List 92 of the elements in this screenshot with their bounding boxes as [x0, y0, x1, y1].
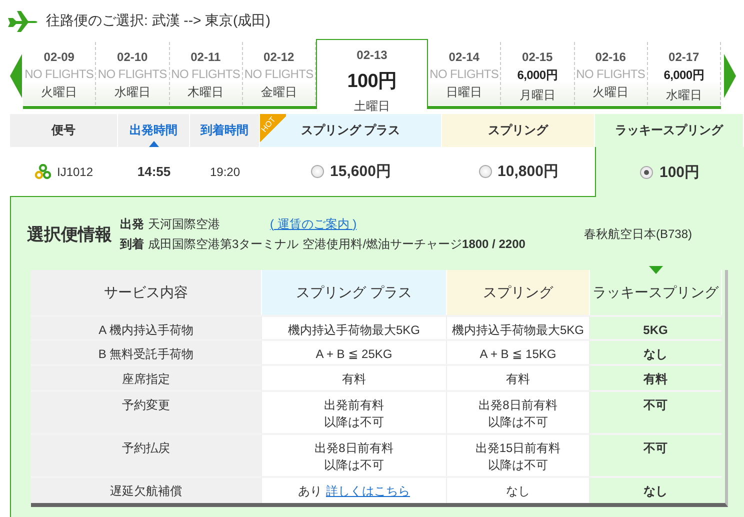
table-cell-text: 予約変更 — [122, 397, 170, 414]
table-cell-text: 出発15日前有料 — [475, 440, 561, 457]
column-header: スプリング プラス — [262, 270, 447, 315]
table-cell-text: 不可 — [644, 440, 668, 457]
date-fare: 6,000円 — [664, 67, 704, 84]
next-arrow-icon[interactable] — [723, 54, 736, 98]
arrival-airport: 成田国際空港第3ターミナル — [148, 236, 299, 252]
weekday-label: 水曜日 — [114, 84, 150, 101]
date-tab[interactable]: 02-16 NO FLIGHTS 火曜日 — [574, 42, 648, 105]
date-label: 02-11 — [190, 50, 221, 64]
date-fare: 6,000円 — [517, 67, 558, 84]
table-cell-text: なし — [506, 483, 530, 500]
weekday-label: 日曜日 — [446, 84, 482, 101]
fare-radio[interactable] — [311, 165, 324, 178]
airline-logo-icon — [34, 164, 51, 180]
table-cell-text: 不可 — [644, 397, 668, 414]
table-cell-text: あり — [298, 483, 322, 500]
aircraft-text: 春秋航空日本(B738) — [584, 226, 692, 242]
departure-airport: 天河国際空港 — [148, 216, 221, 232]
date-tab[interactable]: 02-15 6,000円 月曜日 — [501, 42, 574, 105]
column-header: 便号 — [52, 122, 76, 139]
date-fare: NO FLIGHTS — [430, 67, 499, 81]
table-cell-text: 以降は不可 — [324, 414, 384, 431]
airplane-icon — [8, 10, 38, 32]
date-label: 02-12 — [264, 50, 294, 64]
table-cell-text: A + B ≦ 15KG — [480, 346, 556, 363]
table-cell-text: 出発8日前有料 — [478, 397, 558, 414]
table-cell-text: 以降は不可 — [488, 414, 548, 431]
date-tab[interactable]: 02-11 NO FLIGHTS 木曜日 — [170, 42, 243, 105]
table-cell-text: A 機内持込手荷物 — [98, 322, 194, 339]
table-cell-text: 出発8日前有料 — [314, 440, 394, 457]
fare-price: 10,800円 — [498, 162, 558, 181]
column-header: スプリング — [447, 270, 590, 315]
weekday-label: 木曜日 — [188, 84, 224, 101]
table-cell-text: 有料 — [644, 371, 668, 388]
previous-arrow-icon[interactable] — [10, 54, 23, 98]
departure-time: 14:55 — [137, 164, 171, 179]
date-fare: NO FLIGHTS — [98, 67, 167, 81]
table-cell-text: なし — [644, 483, 668, 500]
table-cell-text: 出発前有料 — [324, 397, 384, 414]
fare-header: スプリング — [442, 114, 595, 147]
details-link[interactable]: 詳しくはこちら — [326, 483, 410, 500]
date-tab[interactable]: 02-09 NO FLIGHTS 火曜日 — [23, 42, 96, 105]
fare-header: ラッキースプリング — [595, 114, 744, 147]
fee-text: 空港使用料/燃油サーチャージ1800 / 2200 — [302, 236, 526, 252]
table-cell-text: 機内持込手荷物最大5KG — [452, 322, 584, 339]
table-cell-text: 以降は不可 — [488, 457, 548, 474]
fare-radio[interactable] — [478, 165, 492, 178]
table-cell-text: 機内持込手荷物最大5KG — [288, 322, 420, 339]
date-tab[interactable]: 02-12 NO FLIGHTS 金曜日 — [242, 42, 316, 105]
date-label: 02-17 — [668, 50, 700, 64]
date-fare: NO FLIGHTS — [576, 67, 646, 81]
field-label: 到着 — [120, 236, 144, 252]
table-cell-text: 5KG — [643, 322, 668, 339]
table-cell-text: 予約払戻 — [122, 440, 170, 457]
weekday-label: 火曜日 — [592, 84, 629, 101]
date-fare: NO FLIGHTS — [171, 67, 240, 81]
date-tab[interactable]: 02-17 6,000円 水曜日 — [648, 42, 721, 105]
weekday-label: 月曜日 — [519, 87, 556, 104]
field-label: 出発 — [120, 216, 144, 232]
weekday-label: 水曜日 — [666, 87, 702, 104]
weekday-label: 金曜日 — [260, 84, 297, 101]
table-cell-text: 以降は不可 — [324, 457, 384, 474]
table-cell-text: 座席指定 — [122, 371, 170, 388]
date-label: 02-16 — [595, 50, 626, 64]
fare-radio[interactable] — [640, 166, 654, 178]
date-tab[interactable]: 02-10 NO FLIGHTS 水曜日 — [96, 42, 170, 105]
fare-price: 15,600円 — [330, 162, 391, 181]
fare-price: 100円 — [659, 162, 700, 182]
fare-guide-link[interactable]: ( 運賃のご案内 ) — [270, 216, 357, 232]
table-cell-text: B 無料受託手荷物 — [98, 346, 194, 363]
date-label: 02-13 — [356, 48, 388, 62]
table-cell-text: なし — [644, 346, 668, 363]
date-label: 02-10 — [117, 50, 148, 64]
page-title: 往路便のご選択: 武漢 --> 東京(成田) — [46, 12, 270, 30]
date-fare: NO FLIGHTS — [244, 67, 314, 81]
column-header: サービス内容 — [31, 270, 262, 315]
date-label: 02-14 — [448, 50, 480, 64]
weekday-label: 火曜日 — [41, 84, 78, 101]
arrival-time: 19:20 — [210, 164, 240, 178]
table-cell-text: 有料 — [506, 371, 530, 388]
date-fare: 100円 — [347, 70, 397, 94]
date-tab[interactable]: 02-13 100円 土曜日 — [316, 39, 428, 109]
table-cell-text: 有料 — [342, 371, 366, 388]
date-label: 02-15 — [522, 50, 553, 64]
date-tab[interactable]: 02-14 NO FLIGHTS 日曜日 — [428, 42, 502, 105]
date-fare: NO FLIGHTS — [24, 67, 94, 81]
section-heading: 選択便情報 — [27, 224, 112, 246]
flight-number: IJ1012 — [56, 164, 94, 178]
table-cell-text: 遅延欠航補償 — [110, 483, 182, 500]
date-label: 02-09 — [44, 50, 74, 64]
table-cell-text: A + B ≦ 25KG — [316, 346, 392, 363]
